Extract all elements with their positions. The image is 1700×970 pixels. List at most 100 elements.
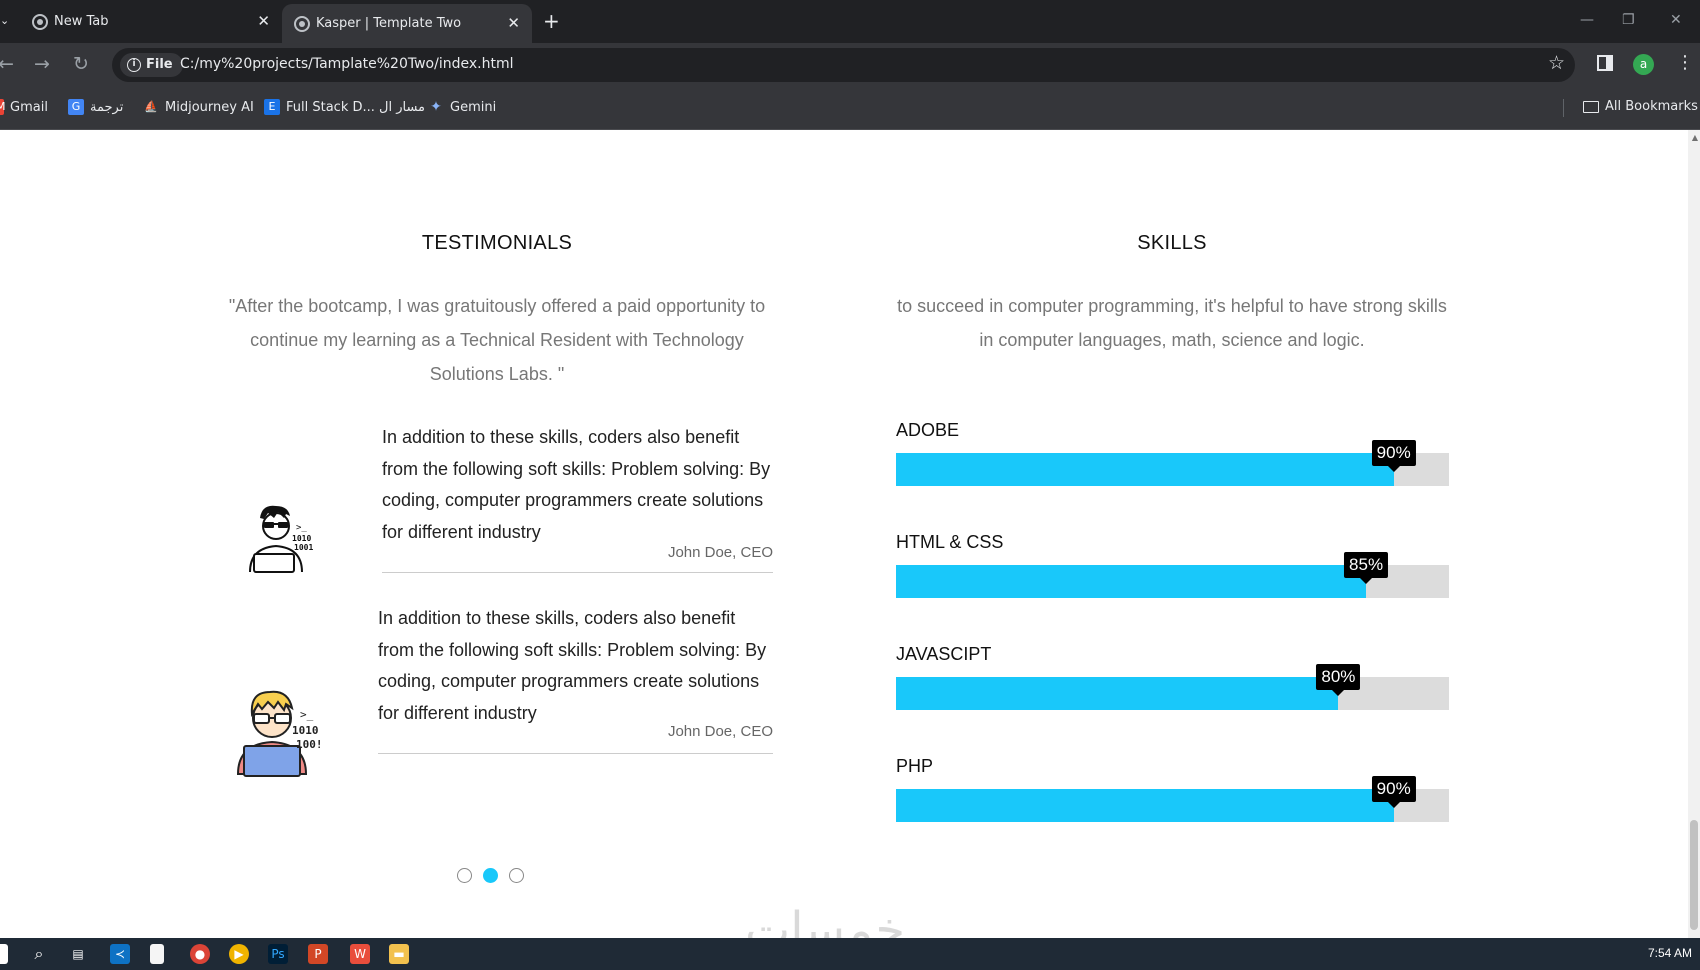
bookmark-gemini[interactable]: ✦ Gemini xyxy=(428,99,496,115)
folder-icon xyxy=(1583,100,1599,113)
bookmark-star-icon[interactable]: ☆ xyxy=(1548,52,1565,74)
skill-progress-fill xyxy=(896,677,1339,710)
scroll-up-arrow-icon[interactable]: ▲ xyxy=(1692,133,1698,142)
search-icon[interactable]: ⌕ xyxy=(29,944,49,964)
bookmark-label: ترجمة xyxy=(90,99,124,115)
wps-icon[interactable]: W xyxy=(350,944,370,964)
all-bookmarks-label: All Bookmarks xyxy=(1605,99,1698,114)
page-viewport: TESTIMONIALS "After the bootcamp, I was … xyxy=(0,130,1700,938)
start-windows-icon[interactable] xyxy=(0,944,8,964)
powerpoint-icon[interactable]: P xyxy=(308,944,328,964)
bookmark-label: Full Stack D... مسار ال xyxy=(286,99,426,115)
site-info-chip[interactable]: i File xyxy=(120,53,183,77)
address-bar[interactable]: i File C:/my%20projects/Tamplate%20Two/i… xyxy=(112,48,1575,82)
scrollbar-thumb[interactable] xyxy=(1690,820,1698,930)
skills-description: to succeed in computer programming, it's… xyxy=(897,296,1447,350)
testimonials-quote: "After the bootcamp, I was gratuitously … xyxy=(228,296,766,384)
page-scrollbar[interactable]: ▲ xyxy=(1688,130,1700,938)
skill-name: JAVASCIPT xyxy=(896,644,992,664)
tab-title: New Tab xyxy=(54,14,109,29)
skill-track: 80% xyxy=(896,664,1449,710)
windows-taskbar: ⌕ ▤ ≺ ● ▶ Ps P W ▬ 7:54 AM xyxy=(0,938,1700,970)
review-author: John Doe, CEO xyxy=(667,544,773,561)
browser-tab-bar: ⌄ New Tab ✕ Kasper | Template Two ✕ + — … xyxy=(0,0,1700,43)
all-bookmarks-button[interactable]: All Bookmarks xyxy=(1583,99,1698,114)
site-info-label: File xyxy=(146,57,173,72)
bookmark-midjourney[interactable]: ⛵ Midjourney AI xyxy=(143,99,254,115)
vscode-icon[interactable]: ≺ xyxy=(110,944,130,964)
review-author: John Doe, CEO xyxy=(667,723,773,740)
bookmark-gmail[interactable]: M Gmail xyxy=(0,99,48,115)
taskbar-clock: 7:54 AM xyxy=(1647,946,1692,960)
kebab-menu-icon[interactable]: ⋮ xyxy=(1676,52,1694,73)
skill-track: 85% xyxy=(896,552,1449,598)
tab-kasper[interactable]: Kasper | Template Two ✕ xyxy=(282,4,532,43)
skill-name: ADOBE xyxy=(896,420,960,440)
profile-avatar[interactable]: a xyxy=(1633,54,1654,75)
forward-arrow-icon[interactable]: → xyxy=(34,53,50,75)
skill-percent-badge: 90% xyxy=(1371,440,1416,472)
svg-text:>_: >_ xyxy=(296,523,307,533)
bookmark-elzero[interactable]: E Full Stack D... مسار ال xyxy=(264,99,425,115)
review-card: In addition to these skills, coders also… xyxy=(382,422,773,573)
skill-name: HTML & CSS xyxy=(896,532,1004,552)
carousel-dot-1[interactable] xyxy=(457,868,472,883)
browser-toolbar: ← → ↻ i File C:/my%20projects/Tamplate%2… xyxy=(0,43,1700,87)
skills-title: SKILLS xyxy=(1137,232,1207,254)
review-divider xyxy=(382,572,773,573)
skill-progress-fill xyxy=(896,453,1394,486)
coder-avatar-icon: >_ 1010 100! xyxy=(232,690,323,782)
skill-percent-badge: 80% xyxy=(1316,664,1361,696)
chrome-icon xyxy=(32,14,48,30)
new-tab-plus-icon[interactable]: + xyxy=(543,9,560,33)
back-arrow-icon[interactable]: ← xyxy=(0,53,14,75)
photoshop-icon[interactable]: Ps xyxy=(268,944,288,964)
review-text: In addition to these skills, coders also… xyxy=(378,608,767,723)
gmail-icon: M xyxy=(0,99,6,115)
bookmarks-bar: M Gmail G ترجمة ⛵ Midjourney AI E Full S… xyxy=(0,87,1700,130)
restore-icon[interactable]: ❐ xyxy=(1622,12,1635,28)
bookmark-label: Midjourney AI xyxy=(165,99,254,115)
skill-track: 90% xyxy=(896,776,1449,822)
skill-name: PHP xyxy=(896,756,934,776)
svg-text:>_: >_ xyxy=(300,708,314,721)
tab-search-chevron-icon[interactable]: ⌄ xyxy=(0,14,14,30)
bookmark-label: Gemini xyxy=(450,99,497,115)
side-panel-icon[interactable] xyxy=(1597,55,1613,71)
midjourney-icon: ⛵ xyxy=(144,100,158,113)
close-icon[interactable]: ✕ xyxy=(257,12,270,30)
svg-text:1010: 1010 xyxy=(292,534,311,543)
bookmarks-divider xyxy=(1563,99,1564,117)
review-text: In addition to these skills, coders also… xyxy=(382,427,771,542)
minimize-icon[interactable]: — xyxy=(1580,12,1594,28)
file-icon[interactable] xyxy=(150,944,164,964)
review-card: In addition to these skills, coders also… xyxy=(378,603,773,754)
elzero-icon: E xyxy=(264,99,280,115)
media-player-icon[interactable]: ▶ xyxy=(229,944,249,964)
tab-new-tab[interactable]: New Tab ✕ xyxy=(20,0,282,43)
review-divider xyxy=(378,753,773,754)
carousel-dot-3[interactable] xyxy=(509,868,524,883)
translate-icon: G xyxy=(68,99,84,115)
skill-progress-fill xyxy=(896,565,1367,598)
carousel-dots xyxy=(457,868,524,883)
close-icon[interactable]: ✕ xyxy=(507,14,520,32)
chrome-taskbar-icon[interactable]: ● xyxy=(190,944,210,964)
url-text[interactable]: C:/my%20projects/Tamplate%20Two/index.ht… xyxy=(180,56,513,72)
bookmark-translate[interactable]: G ترجمة xyxy=(68,99,123,115)
window-close-icon[interactable]: ✕ xyxy=(1670,12,1682,28)
skill-percent-badge: 90% xyxy=(1371,776,1416,808)
skill-percent-badge: 85% xyxy=(1344,552,1389,584)
gemini-icon: ✦ xyxy=(430,99,442,115)
globe-icon xyxy=(294,16,310,32)
info-icon: i xyxy=(127,58,141,72)
bookmark-label: Gmail xyxy=(10,99,48,115)
carousel-dot-2[interactable] xyxy=(483,868,498,883)
khamsat-watermark: خمسات xyxy=(745,902,906,938)
tab-title: Kasper | Template Two xyxy=(316,16,462,31)
task-view-icon[interactable]: ▤ xyxy=(68,944,88,964)
file-explorer-icon[interactable]: ▬ xyxy=(389,944,409,964)
reload-icon[interactable]: ↻ xyxy=(73,53,89,75)
skill-track: 90% xyxy=(896,440,1449,486)
svg-text:100!: 100! xyxy=(296,738,323,751)
